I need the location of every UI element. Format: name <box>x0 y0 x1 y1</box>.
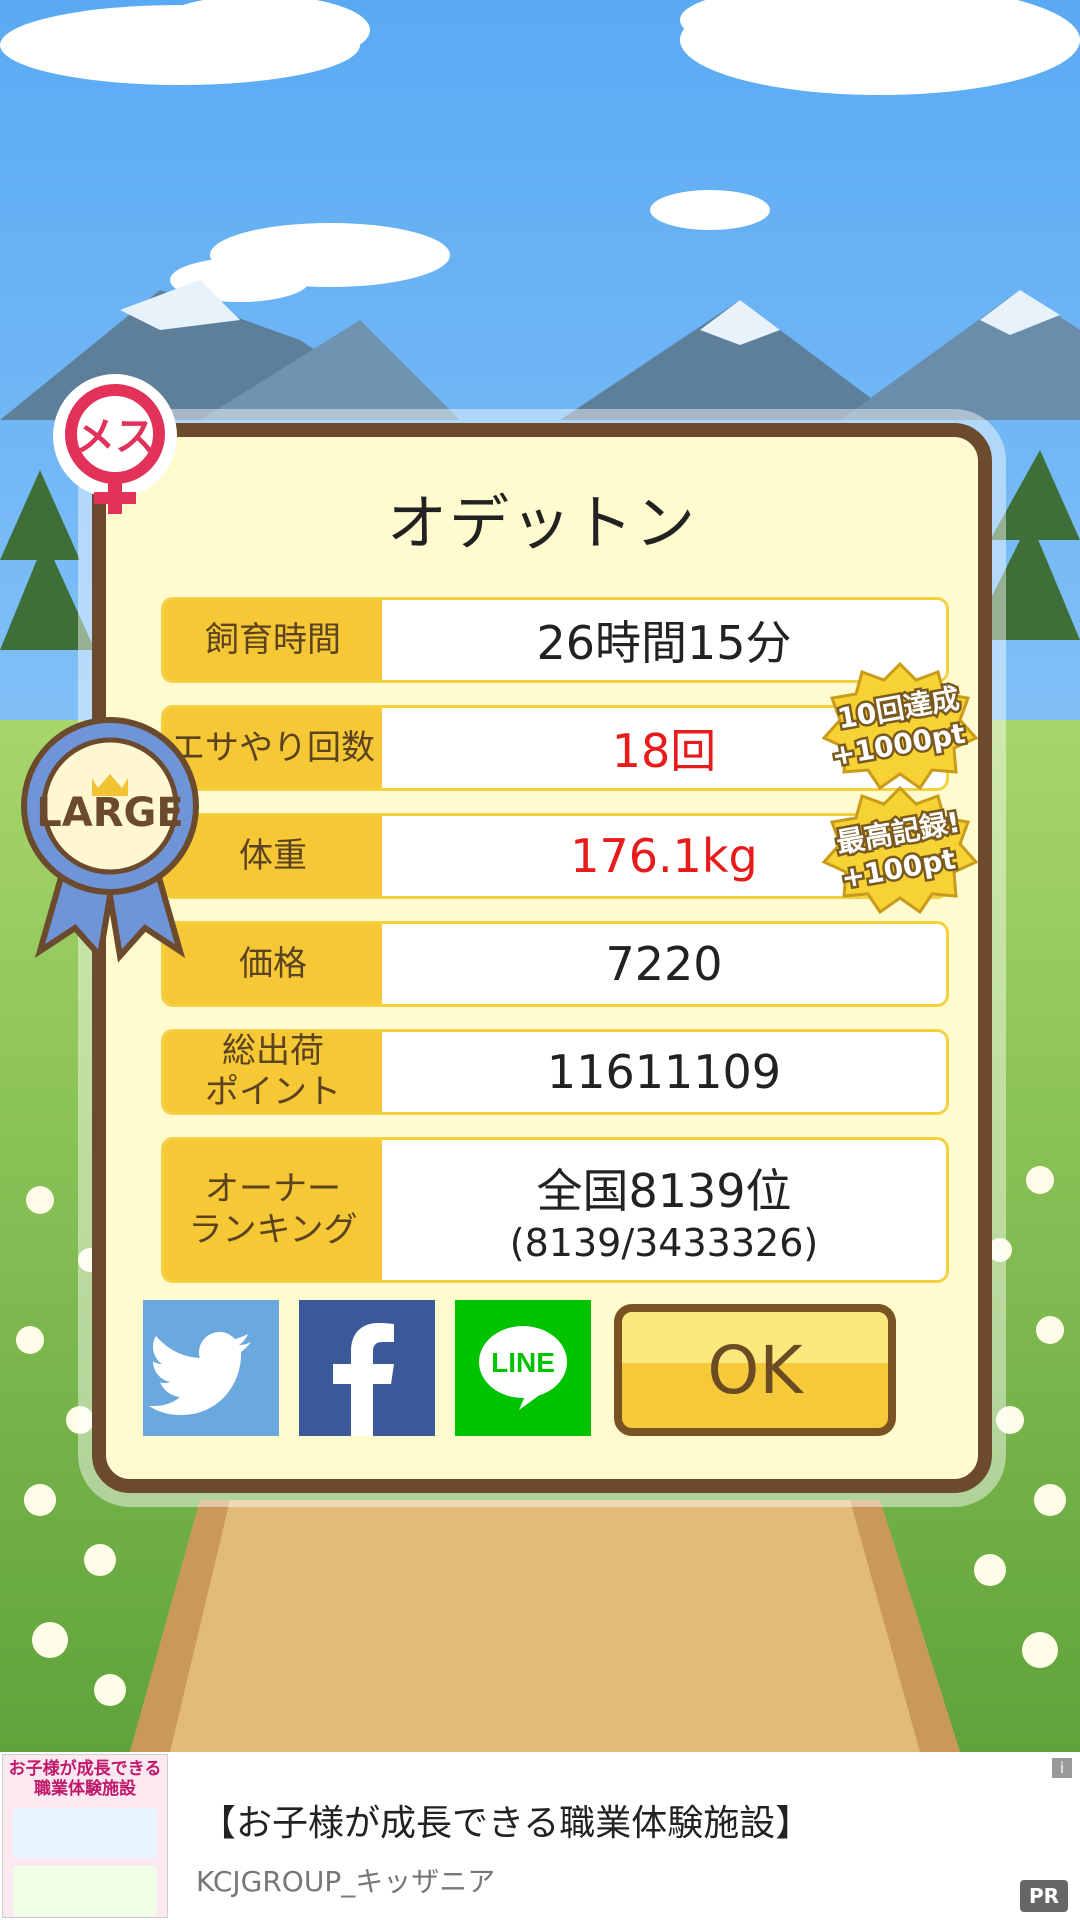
ok-button[interactable]: OK <box>614 1304 896 1436</box>
stat-value: 7220 <box>605 937 723 991</box>
ribbon-icon: LARGE <box>21 717 199 963</box>
large-size-badge: LARGE <box>20 716 200 966</box>
burst-icon: 最高記録! +100pt <box>821 785 979 915</box>
svg-text:メス: メス <box>75 414 155 460</box>
stat-label: 飼育時間 <box>164 600 382 680</box>
share-facebook-button[interactable] <box>299 1300 435 1436</box>
female-badge: メス <box>50 374 180 524</box>
share-twitter-button[interactable] <box>143 1300 279 1436</box>
stat-row-price: 価格 7220 <box>161 921 949 1007</box>
ad-thumbnail[interactable]: お子様が成長できる職業体験施設 <box>2 1754 168 1918</box>
ad-title[interactable]: 【お子様が成長できる職業体験施設】 <box>200 1794 811 1846</box>
ranking-line1: 全国8139位 <box>536 1164 792 1218</box>
svg-text:LINE: LINE <box>491 1347 555 1378</box>
ranking-value: 全国8139位 (8139/3433326) <box>382 1140 946 1280</box>
ad-thumbnail-text: お子様が成長できる職業体験施設 <box>8 1759 162 1800</box>
ad-info-icon[interactable]: i <box>1052 1758 1072 1778</box>
stat-row-owner-ranking: オーナー ランキング 全国8139位 (8139/3433326) <box>161 1137 949 1283</box>
ad-banner[interactable]: お子様が成長できる職業体験施設 【お子様が成長できる職業体験施設】 KCJGRO… <box>0 1752 1080 1920</box>
female-symbol-icon: メス <box>53 374 177 514</box>
pig-name: オデットン <box>387 489 697 559</box>
stat-label: オーナー ランキング <box>164 1140 382 1280</box>
twitter-icon <box>149 1332 251 1415</box>
bonus-badge-weight-record: 最高記録! +100pt <box>820 784 980 915</box>
share-line-button[interactable]: LINE <box>455 1300 591 1436</box>
stat-row-total-points: 総出荷 ポイント 11611109 <box>161 1029 949 1115</box>
ad-pr-badge: PR <box>1020 1880 1068 1912</box>
stat-value: 11611109 <box>546 1045 782 1099</box>
burst-icon: 10回達成 +1000pt <box>821 661 979 791</box>
svg-text:LARGE: LARGE <box>36 790 183 836</box>
ad-sponsor[interactable]: KCJGROUP_キッザニア <box>196 1860 495 1900</box>
bonus-badge-feed-achievement: 10回達成 +1000pt <box>820 660 980 791</box>
facebook-icon <box>333 1323 394 1436</box>
stat-label: 総出荷 ポイント <box>164 1032 382 1112</box>
line-icon: LINE <box>479 1326 567 1410</box>
ranking-line2: (8139/3433326) <box>509 1221 819 1265</box>
